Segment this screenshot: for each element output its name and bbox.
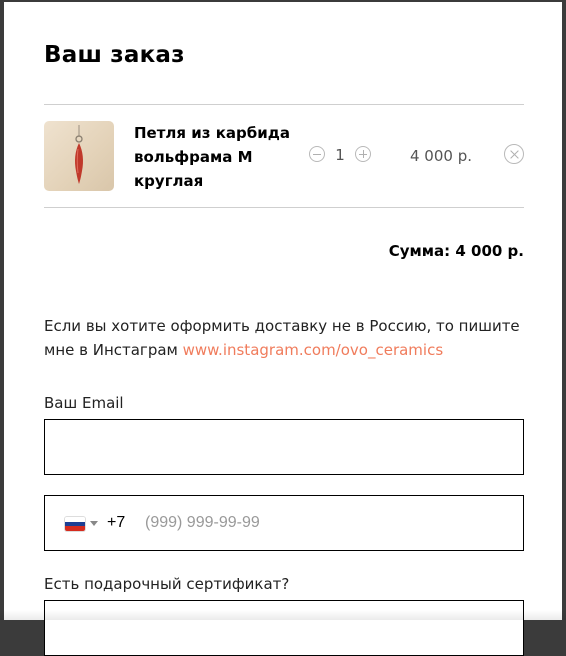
phone-field-wrapper: +7 bbox=[44, 495, 566, 551]
divider-bottom bbox=[44, 207, 524, 208]
pendant-image-icon bbox=[75, 125, 83, 184]
russia-flag-icon[interactable] bbox=[65, 517, 85, 531]
product-thumbnail bbox=[44, 121, 114, 191]
quantity-decrease-button[interactable] bbox=[309, 146, 325, 162]
quantity-increase-button[interactable] bbox=[355, 146, 371, 162]
product-price: 4 000 р. bbox=[410, 147, 472, 165]
quantity-value: 1 bbox=[335, 146, 345, 164]
gift-certificate-field[interactable] bbox=[44, 600, 524, 656]
gift-certificate-label: Есть подарочный сертификат? bbox=[44, 575, 290, 593]
phone-country-code: +7 bbox=[107, 514, 126, 531]
product-name: Петля из карбида вольфрама М круглая bbox=[134, 124, 290, 190]
email-label: Ваш Email bbox=[44, 394, 124, 412]
email-field[interactable] bbox=[45, 420, 523, 474]
phone-input[interactable] bbox=[129, 496, 566, 550]
bottom-fade bbox=[0, 610, 566, 620]
email-field-wrapper bbox=[44, 419, 524, 475]
order-popup: Ваш заказ Петля из карбида вольфрама М к… bbox=[4, 2, 566, 656]
order-sum: Сумма: 4 000 р. bbox=[388, 242, 524, 260]
instagram-link[interactable]: www.instagram.com/ovo_ceramics bbox=[183, 341, 444, 359]
remove-item-button[interactable] bbox=[504, 144, 524, 164]
divider-top bbox=[44, 104, 524, 105]
page-title: Ваш заказ bbox=[44, 42, 185, 68]
country-dropdown-caret-icon[interactable] bbox=[90, 521, 98, 526]
delivery-note: Если вы хотите оформить доставку не в Ро… bbox=[44, 314, 534, 362]
page-backdrop: Ваш заказ Петля из карбида вольфрама М к… bbox=[0, 0, 566, 656]
